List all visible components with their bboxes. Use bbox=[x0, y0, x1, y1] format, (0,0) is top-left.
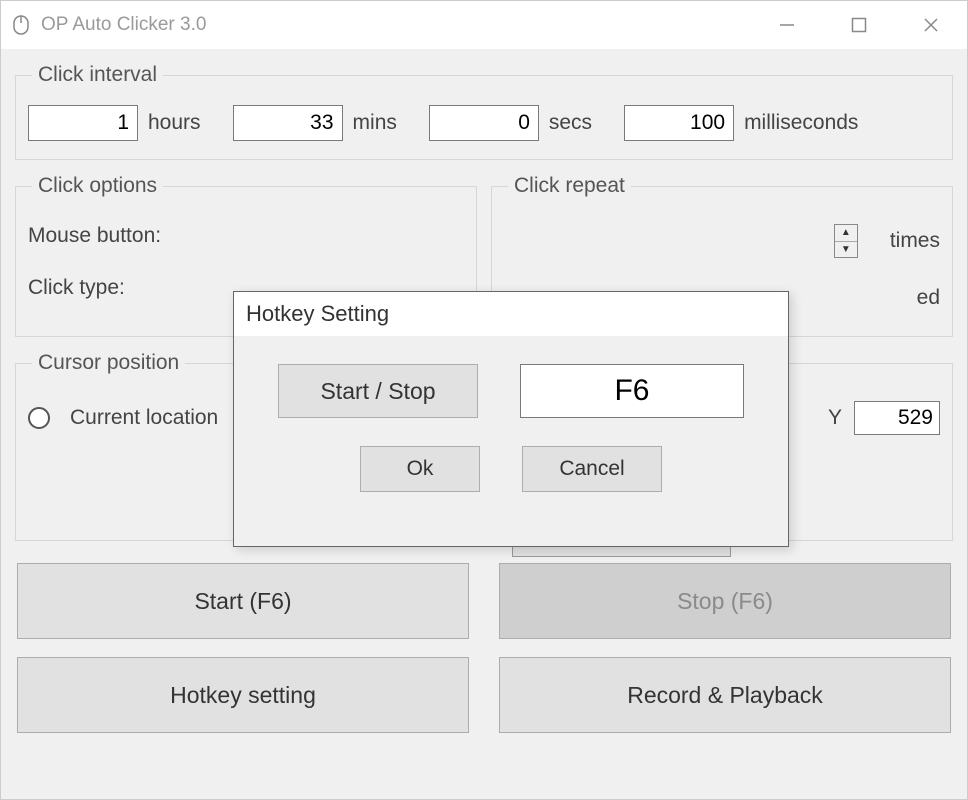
mouse-icon bbox=[11, 15, 31, 35]
until-stopped-fragment: ed bbox=[917, 286, 940, 310]
y-label: Y bbox=[828, 406, 842, 430]
cursor-position-legend: Cursor position bbox=[32, 351, 185, 375]
maximize-button[interactable] bbox=[823, 1, 895, 49]
chevron-up-icon[interactable]: ▲ bbox=[835, 225, 857, 242]
startstop-hotkey-button[interactable]: Start / Stop bbox=[278, 364, 478, 418]
chevron-down-icon[interactable]: ▼ bbox=[835, 242, 857, 258]
ms-input[interactable] bbox=[624, 105, 734, 141]
main-window: OP Auto Clicker 3.0 Click interval hours… bbox=[0, 0, 968, 800]
record-playback-button[interactable]: Record & Playback bbox=[499, 657, 951, 733]
titlebar: OP Auto Clicker 3.0 bbox=[1, 1, 967, 49]
current-location-label: Current location bbox=[70, 406, 218, 430]
secs-input[interactable] bbox=[429, 105, 539, 141]
start-button[interactable]: Start (F6) bbox=[17, 563, 469, 639]
repeat-count-spinner[interactable]: ▲ ▼ bbox=[835, 224, 858, 258]
hotkey-setting-button[interactable]: Hotkey setting bbox=[17, 657, 469, 733]
click-interval-legend: Click interval bbox=[32, 63, 163, 87]
mouse-button-label: Mouse button: bbox=[28, 224, 188, 248]
hours-label: hours bbox=[148, 111, 201, 135]
mins-label: mins bbox=[353, 111, 397, 135]
click-interval-group: Click interval hours mins secs milliseco… bbox=[15, 63, 953, 160]
ok-button[interactable]: Ok bbox=[360, 446, 480, 492]
window-title: OP Auto Clicker 3.0 bbox=[41, 14, 206, 36]
hotkey-value-field[interactable]: F6 bbox=[520, 364, 744, 418]
click-options-legend: Click options bbox=[32, 174, 163, 198]
hours-input[interactable] bbox=[28, 105, 138, 141]
hotkey-setting-dialog: Hotkey Setting Start / Stop F6 Ok Cancel bbox=[233, 291, 789, 547]
cancel-button[interactable]: Cancel bbox=[522, 446, 662, 492]
minimize-button[interactable] bbox=[751, 1, 823, 49]
mins-input[interactable] bbox=[233, 105, 343, 141]
ms-label: milliseconds bbox=[744, 111, 858, 135]
current-location-radio[interactable] bbox=[28, 407, 50, 429]
click-type-label: Click type: bbox=[28, 276, 188, 300]
secs-label: secs bbox=[549, 111, 592, 135]
stop-button: Stop (F6) bbox=[499, 563, 951, 639]
times-label: times bbox=[890, 229, 940, 253]
click-repeat-legend: Click repeat bbox=[508, 174, 631, 198]
y-input[interactable] bbox=[854, 401, 940, 435]
close-button[interactable] bbox=[895, 1, 967, 49]
dialog-title: Hotkey Setting bbox=[234, 292, 788, 336]
